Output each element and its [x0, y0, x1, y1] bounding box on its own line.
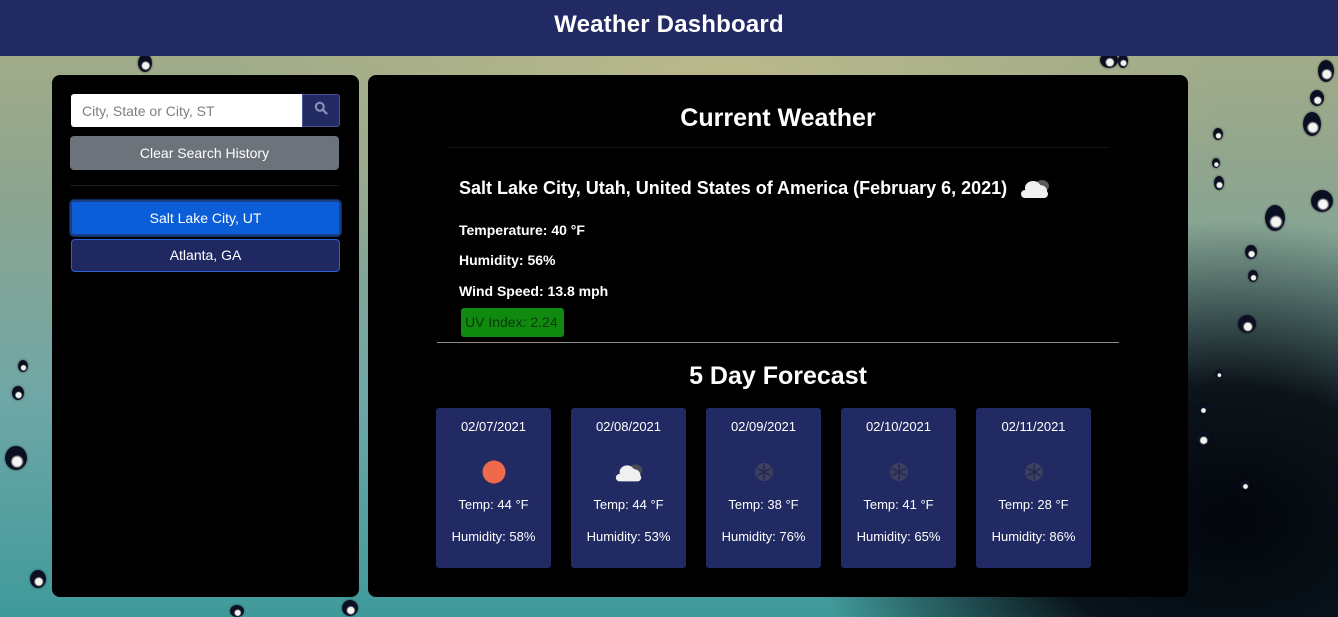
forecast-temp: Temp: 44 °F	[458, 497, 529, 512]
search-sidebar: Clear Search History Salt Lake City, UT …	[52, 75, 359, 597]
forecast-date: 02/11/2021	[1001, 419, 1066, 434]
cloudy-icon	[1018, 176, 1052, 205]
forecast-humidity: Humidity: 86%	[991, 529, 1076, 544]
forecast-temp: Temp: 38 °F	[728, 497, 799, 512]
forecast-humidity: Humidity: 65%	[856, 529, 941, 544]
section-divider	[437, 342, 1119, 343]
search-form	[71, 94, 340, 127]
snow-icon	[841, 459, 956, 485]
cloudy-icon	[571, 459, 686, 485]
forecast-humidity: Humidity: 53%	[586, 529, 671, 544]
forecast-date: 02/07/2021	[460, 419, 527, 434]
weather-panel: Current Weather Salt Lake City, Utah, Un…	[368, 75, 1188, 597]
sun-icon	[436, 459, 551, 485]
forecast-card: 02/08/2021 Temp: 44 °F Humidity: 53%	[571, 408, 686, 568]
current-location: Salt Lake City, Utah, United States of A…	[459, 172, 1052, 205]
snow-icon	[976, 459, 1091, 485]
current-weather-heading: Current Weather	[680, 104, 876, 132]
history-item-salt-lake-city[interactable]: Salt Lake City, UT	[70, 200, 341, 236]
forecast-date: 02/09/2021	[730, 419, 797, 434]
search-history-list: Salt Lake City, UT Atlanta, GA	[70, 200, 341, 275]
forecast-humidity: Humidity: 76%	[721, 529, 806, 544]
forecast-temp: Temp: 44 °F	[593, 497, 664, 512]
forecast-heading: 5 Day Forecast	[689, 362, 867, 390]
forecast-temp: Temp: 28 °F	[998, 497, 1069, 512]
snow-icon	[706, 459, 821, 485]
search-button[interactable]	[302, 94, 340, 127]
history-item-atlanta[interactable]: Atlanta, GA	[71, 239, 340, 272]
city-search-input[interactable]	[71, 94, 302, 127]
location-date-text: Salt Lake City, Utah, United States of A…	[459, 178, 1008, 198]
forecast-card: 02/11/2021 Temp: 28 °F Humidity: 86%	[976, 408, 1091, 568]
clear-search-history-button[interactable]: Clear Search History	[70, 136, 339, 170]
sidebar-divider	[70, 185, 339, 186]
forecast-card: 02/09/2021 Temp: 38 °F Humidity: 76%	[706, 408, 821, 568]
app-title: Weather Dashboard	[554, 11, 784, 38]
forecast-card: 02/10/2021 Temp: 41 °F Humidity: 65%	[841, 408, 956, 568]
forecast-date: 02/10/2021	[865, 419, 932, 434]
forecast-card: 02/07/2021 Temp: 44 °F Humidity: 58%	[436, 408, 551, 568]
forecast-humidity: Humidity: 58%	[451, 529, 536, 544]
forecast-date: 02/08/2021	[595, 419, 662, 434]
search-icon	[314, 101, 328, 120]
heading-divider	[447, 147, 1109, 148]
uv-index-badge: UV Index: 2.24	[461, 308, 564, 337]
current-wind-speed: Wind Speed: 13.8 mph	[459, 283, 609, 299]
app-header: Weather Dashboard	[0, 0, 1338, 56]
forecast-cards: 02/07/2021 Temp: 44 °F Humidity: 58% 02/…	[436, 408, 1091, 568]
current-humidity: Humidity: 56%	[459, 252, 556, 268]
current-temperature: Temperature: 40 °F	[459, 222, 585, 238]
forecast-temp: Temp: 41 °F	[863, 497, 934, 512]
